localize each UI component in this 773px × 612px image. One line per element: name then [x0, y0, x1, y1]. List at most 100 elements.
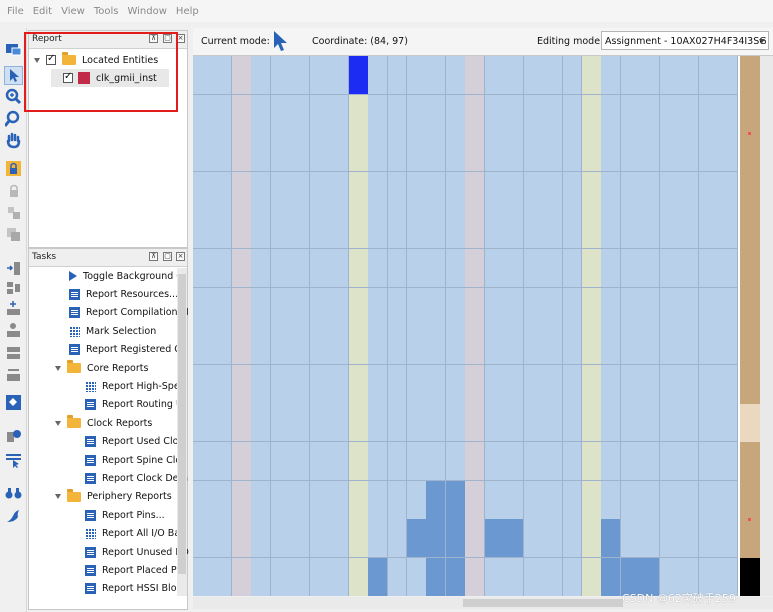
logic-cell[interactable]	[620, 171, 641, 211]
logic-cell[interactable]	[426, 364, 447, 404]
logic-cell[interactable]	[426, 171, 447, 211]
logic-cell[interactable]	[484, 442, 505, 482]
logic-cell[interactable]	[348, 249, 369, 289]
logic-cell[interactable]	[309, 287, 330, 327]
editing-mode-select[interactable]: Assignment - 10AX027H4F34I3SG	[601, 31, 769, 50]
logic-cell[interactable]	[620, 326, 641, 366]
logic-cell[interactable]	[212, 249, 233, 289]
logic-cell[interactable]	[718, 133, 739, 173]
logic-cell[interactable]	[543, 557, 564, 596]
logic-cell[interactable]	[523, 249, 544, 289]
task-item[interactable]: Report High-Spee	[85, 377, 186, 395]
logic-cell[interactable]	[290, 56, 311, 96]
logic-cell[interactable]	[562, 94, 583, 134]
pin-icon[interactable]: ⊼	[149, 252, 158, 261]
logic-cell[interactable]	[290, 519, 311, 559]
logic-cell[interactable]	[445, 171, 466, 211]
logic-cell[interactable]	[465, 210, 486, 250]
logic-cell[interactable]	[212, 364, 233, 404]
logic-cell[interactable]	[309, 403, 330, 443]
logic-cell[interactable]	[251, 403, 272, 443]
logic-cell[interactable]	[543, 326, 564, 366]
logic-cell[interactable]	[523, 364, 544, 404]
logic-cell[interactable]	[562, 519, 583, 559]
logic-cell[interactable]	[718, 519, 739, 559]
logic-cell[interactable]	[329, 403, 350, 443]
logic-cell[interactable]	[504, 56, 525, 96]
logic-cell[interactable]	[523, 133, 544, 173]
logic-cell[interactable]	[270, 557, 291, 596]
logic-cell[interactable]	[504, 171, 525, 211]
logic-cell[interactable]	[426, 94, 447, 134]
task-item[interactable]: Report Pins...	[85, 506, 165, 524]
logic-cell[interactable]	[484, 249, 505, 289]
logic-cell[interactable]	[387, 326, 408, 366]
logic-cell[interactable]	[659, 480, 680, 520]
zoom-tool-icon[interactable]	[5, 88, 22, 105]
logic-cell[interactable]	[620, 519, 641, 559]
logic-cell[interactable]	[523, 94, 544, 134]
logic-cell[interactable]	[329, 249, 350, 289]
logic-cell[interactable]	[659, 287, 680, 327]
logic-cell[interactable]	[212, 519, 233, 559]
logic-cell[interactable]	[270, 326, 291, 366]
logic-cell[interactable]	[718, 403, 739, 443]
logic-cell[interactable]	[504, 326, 525, 366]
task-item[interactable]: Mark Selection	[69, 322, 156, 340]
checkbox[interactable]	[63, 71, 73, 83]
logic-cell[interactable]	[679, 519, 700, 559]
logic-cell[interactable]	[270, 133, 291, 173]
logic-cell[interactable]	[698, 287, 719, 327]
logic-cell[interactable]	[445, 480, 466, 520]
logic-cell[interactable]	[620, 210, 641, 250]
logic-cell[interactable]	[698, 249, 719, 289]
menu-tools[interactable]: Tools	[94, 6, 119, 17]
logic-cell[interactable]	[193, 171, 213, 211]
logic-cell[interactable]	[251, 326, 272, 366]
logic-cell[interactable]	[212, 56, 233, 96]
pin-icon[interactable]: ⊼	[149, 34, 158, 43]
logic-cell[interactable]	[406, 442, 427, 482]
logic-cell[interactable]	[387, 557, 408, 596]
zoom-area-icon[interactable]	[3, 110, 22, 127]
logic-cell[interactable]	[620, 480, 641, 520]
logic-cell[interactable]	[640, 519, 661, 559]
logic-cell[interactable]	[543, 56, 564, 96]
logic-cell[interactable]	[679, 249, 700, 289]
logic-cell[interactable]	[290, 480, 311, 520]
logic-cell[interactable]	[698, 442, 719, 482]
close-icon[interactable]: ×	[176, 252, 185, 261]
logic-cell[interactable]	[465, 94, 486, 134]
logic-cell[interactable]	[231, 364, 252, 404]
logic-cell[interactable]	[309, 519, 330, 559]
logic-cell[interactable]	[484, 210, 505, 250]
logic-cell[interactable]	[484, 56, 505, 96]
logic-cell[interactable]	[562, 133, 583, 173]
logic-cell[interactable]	[582, 326, 602, 366]
logic-cell[interactable]	[309, 249, 330, 289]
chevron-down-icon[interactable]	[759, 39, 765, 43]
logic-cell[interactable]	[640, 480, 661, 520]
grid-vertical-scrollbar[interactable]	[760, 56, 773, 596]
logic-cell[interactable]	[329, 519, 350, 559]
logic-cell[interactable]	[348, 133, 369, 173]
logic-cell[interactable]	[251, 287, 272, 327]
logic-cell[interactable]	[679, 210, 700, 250]
logic-cell[interactable]	[523, 326, 544, 366]
logic-cell[interactable]	[231, 56, 252, 96]
logic-cell[interactable]	[562, 171, 583, 211]
logic-cell[interactable]	[582, 210, 602, 250]
logic-cell[interactable]	[504, 133, 525, 173]
logic-cell[interactable]	[251, 94, 272, 134]
logic-cell[interactable]	[659, 519, 680, 559]
logic-cell[interactable]	[582, 249, 602, 289]
logic-cell[interactable]	[329, 133, 350, 173]
logic-cell[interactable]	[368, 249, 388, 289]
logic-cell[interactable]	[348, 364, 369, 404]
logic-cell[interactable]	[309, 94, 330, 134]
logic-cell[interactable]	[465, 171, 486, 211]
logic-cell[interactable]	[251, 519, 272, 559]
logic-cell[interactable]	[484, 364, 505, 404]
logic-cell[interactable]	[290, 133, 311, 173]
logic-cell[interactable]	[251, 249, 272, 289]
